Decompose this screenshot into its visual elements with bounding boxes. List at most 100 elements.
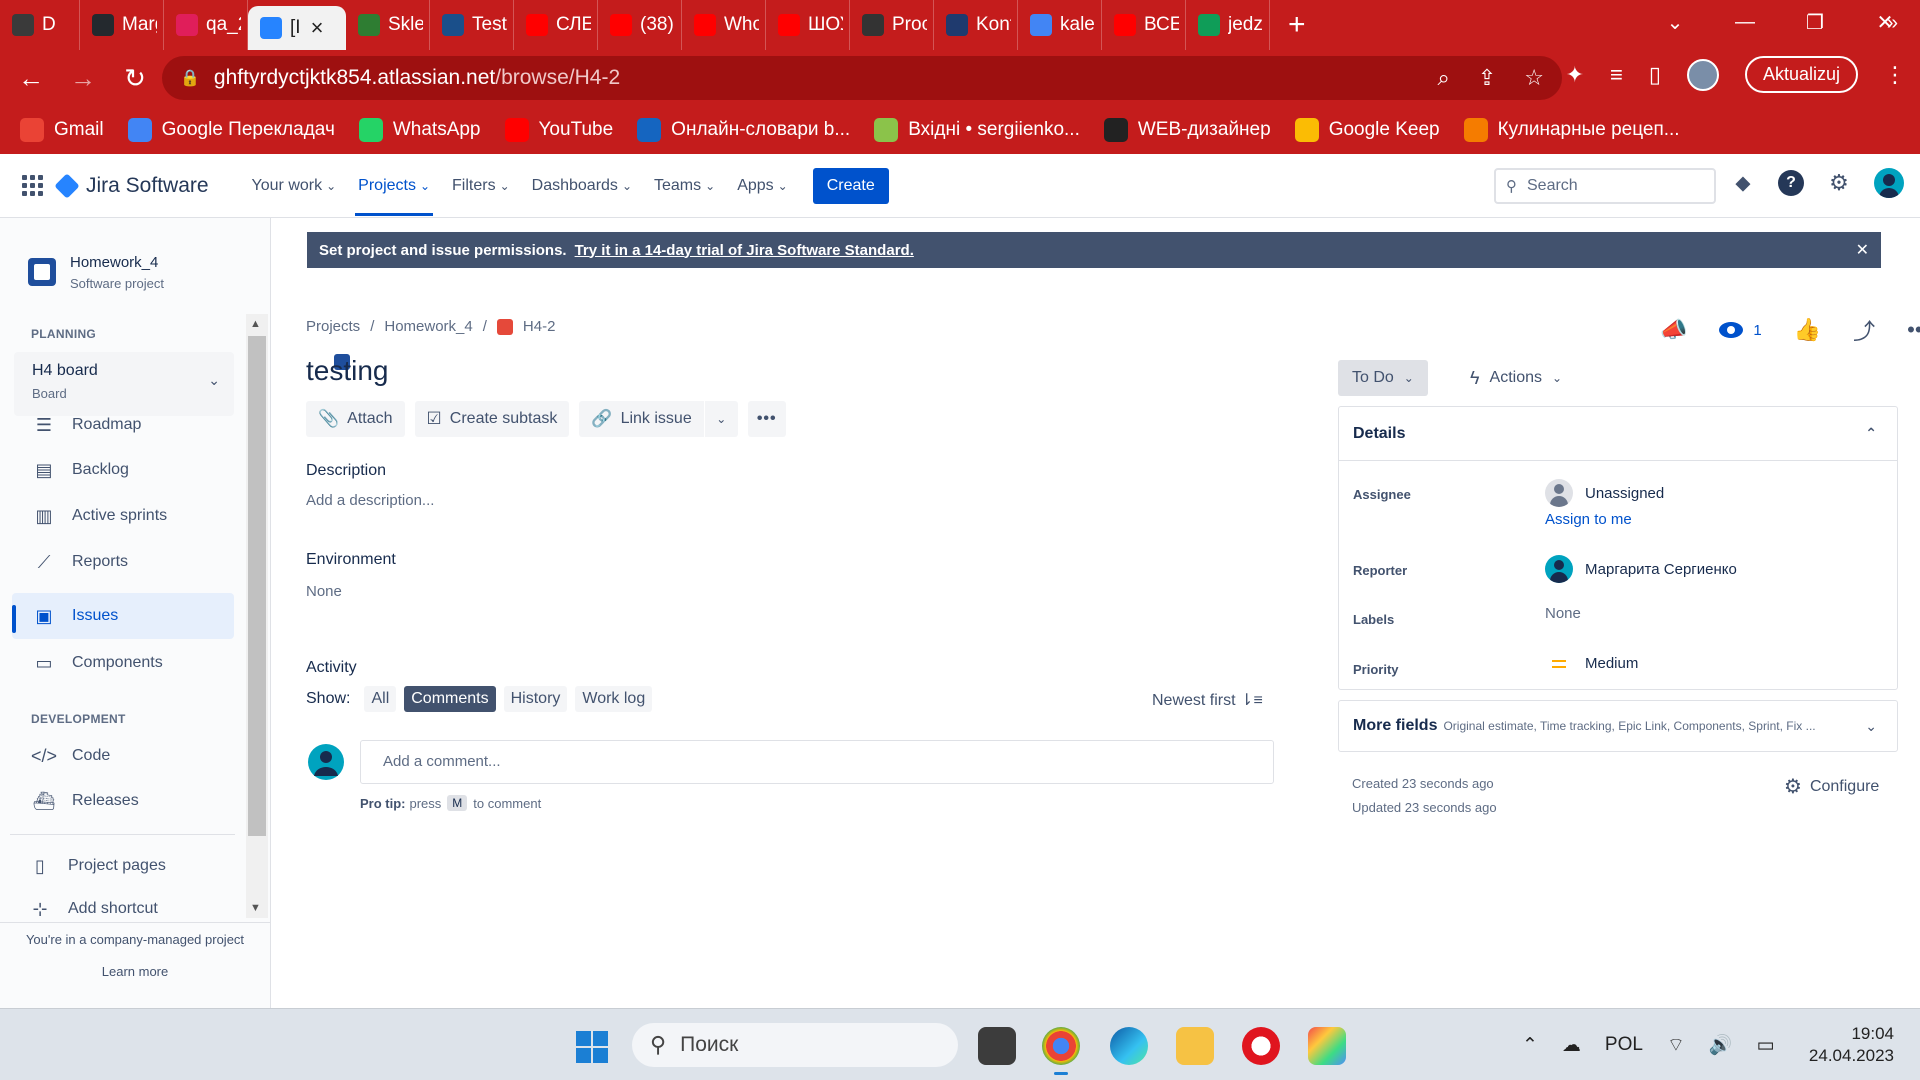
nav-dashboards[interactable]: Dashboards ⌄ — [521, 154, 643, 218]
bookmark-item[interactable]: Вхідні • sergiienko... — [874, 118, 1080, 142]
taskbar-search[interactable]: ⚲ Поиск — [632, 1023, 958, 1067]
colorful-app-icon[interactable] — [1308, 1027, 1346, 1065]
scroll-up-icon[interactable]: ▲ — [250, 318, 261, 330]
close-window-button[interactable]: ✕ — [1850, 10, 1920, 35]
wifi-icon[interactable]: ⌔ — [1667, 1033, 1685, 1057]
close-icon[interactable]: ✕ — [1856, 240, 1869, 260]
bookmark-item[interactable]: Кулинарные рецеп... — [1463, 118, 1680, 142]
browser-tab[interactable]: СЛЕД — [514, 0, 598, 50]
activity-filter-all[interactable]: All — [364, 686, 397, 712]
nav-filters[interactable]: Filters ⌄ — [441, 154, 521, 218]
browser-tab[interactable]: Konta — [934, 0, 1018, 50]
browser-tab[interactable]: (38) \ — [598, 0, 682, 50]
bookmark-item[interactable]: Gmail — [20, 118, 104, 142]
actions-dropdown[interactable]: ϟ Actions ⌄ — [1462, 360, 1570, 396]
notifications-icon[interactable]: ⬥ — [1730, 170, 1756, 196]
priority-field[interactable]: Medium — [1545, 655, 1638, 672]
browser-tab[interactable]: Who — [682, 0, 766, 50]
nav-projects[interactable]: Projects ⌄ — [347, 154, 441, 218]
extensions-icon[interactable]: ✦ — [1566, 62, 1584, 88]
user-avatar[interactable] — [1874, 168, 1904, 198]
browser-tab[interactable]: kalen — [1018, 0, 1102, 50]
comment-input[interactable]: Add a comment... — [360, 740, 1274, 784]
sidebar-item-project-pages[interactable]: ▯ Project pages — [12, 843, 234, 889]
share-icon[interactable]: ⇪ — [1478, 65, 1496, 91]
windows-start-icon[interactable] — [576, 1031, 608, 1063]
learn-more-link[interactable]: Learn more — [0, 964, 270, 979]
sidebar-item-backlog[interactable]: ▤ Backlog — [12, 447, 234, 493]
feedback-megaphone-icon[interactable]: 📣 — [1660, 317, 1687, 343]
browser-tab[interactable]: Marg — [80, 0, 164, 50]
bookmark-item[interactable]: Онлайн-словари b... — [637, 118, 850, 142]
jira-logo[interactable]: Jira Software — [54, 172, 209, 199]
side-panel-icon[interactable]: ▯ — [1649, 62, 1661, 88]
bookmark-item[interactable]: WEB-дизайнер — [1103, 118, 1271, 142]
browser-tab[interactable]: Sklep — [346, 0, 430, 50]
assign-to-me-link[interactable]: Assign to me — [1545, 511, 1632, 528]
tab-search-icon[interactable]: ⌄ — [1640, 10, 1710, 35]
address-bar[interactable]: 🔒 ghftyrdyctjktk854.atlassian.net/browse… — [162, 56, 1562, 100]
close-tab-icon[interactable]: × — [311, 15, 324, 41]
watch-button[interactable]: 1 — [1719, 322, 1762, 339]
browser-tab[interactable]: qa_2 — [164, 0, 248, 50]
nav-your-work[interactable]: Your work ⌄ — [241, 154, 348, 218]
profile-avatar[interactable] — [1686, 58, 1719, 91]
attach-button[interactable]: 📎 Attach — [306, 401, 405, 437]
activity-filter-comments[interactable]: Comments — [404, 686, 496, 712]
breadcrumb-issue-key[interactable]: H4-2 — [523, 318, 556, 335]
description-field[interactable]: Add a description... — [306, 492, 434, 509]
sidebar-item-components[interactable]: ▭ Components — [12, 640, 234, 686]
bookmark-item[interactable]: WhatsApp — [358, 118, 481, 142]
breadcrumb-project[interactable]: Homework_4 — [384, 318, 472, 335]
forward-button[interactable]: → — [62, 57, 104, 99]
breadcrumb-projects[interactable]: Projects — [306, 318, 360, 335]
reporter-field[interactable]: Маргарита Сергиенко — [1545, 555, 1737, 583]
media-control-icon[interactable]: ≡ — [1610, 62, 1623, 88]
app-switcher-icon[interactable] — [22, 174, 44, 197]
zoom-icon[interactable]: ⌕ — [1438, 65, 1450, 91]
sort-newest-first[interactable]: Newest first ⇂≡ — [1152, 690, 1263, 710]
browser-tab[interactable]: Test I — [430, 0, 514, 50]
browser-tab[interactable]: ВСЕ I — [1102, 0, 1186, 50]
sidebar-item-issues[interactable]: ▣ Issues — [12, 593, 234, 639]
status-dropdown[interactable]: To Do ⌄ — [1338, 360, 1428, 396]
new-tab-button[interactable]: + — [1288, 8, 1306, 42]
sidebar-item-reports[interactable]: ⟋ Reports — [12, 539, 234, 585]
cloud-sync-icon[interactable]: ☁ — [1562, 1034, 1581, 1057]
back-button[interactable]: ← — [10, 57, 52, 99]
chevron-down-icon[interactable]: ⌄ — [703, 401, 738, 437]
assignee-field[interactable]: Unassigned — [1545, 479, 1664, 507]
configure-button[interactable]: ⚙ Configure — [1784, 774, 1879, 799]
sidebar-item-releases[interactable]: ⛴ Releases — [12, 778, 234, 824]
browser-menu-icon[interactable]: ⋮ — [1884, 62, 1906, 88]
browser-tab[interactable]: jedze — [1186, 0, 1270, 50]
more-actions-button[interactable]: ••• — [747, 401, 786, 437]
bookmark-item[interactable]: Google Перекладач — [127, 118, 335, 142]
activity-filter-history[interactable]: History — [503, 686, 568, 712]
update-button[interactable]: Aktualizuj — [1744, 56, 1858, 93]
sidebar-item-code[interactable]: </> Code — [12, 733, 234, 779]
bookmark-star-icon[interactable]: ☆ — [1524, 65, 1544, 91]
sidebar-item-roadmap[interactable]: ☰ Roadmap — [12, 402, 234, 448]
more-fields-panel[interactable]: More fields Original estimate, Time trac… — [1338, 700, 1898, 752]
activity-filter-work-log[interactable]: Work log — [575, 686, 653, 712]
scroll-down-icon[interactable]: ▼ — [250, 902, 261, 914]
search-input[interactable]: ⚲ Search — [1494, 168, 1716, 204]
file-explorer-icon[interactable] — [1176, 1027, 1214, 1065]
bookmarks-overflow-icon[interactable]: » — [1887, 12, 1898, 35]
battery-icon[interactable]: ▭ — [1757, 1034, 1775, 1057]
language-indicator[interactable]: POL — [1605, 1034, 1643, 1056]
volume-icon[interactable]: 🔊 — [1709, 1033, 1733, 1057]
nav-apps[interactable]: Apps ⌄ — [726, 154, 799, 218]
nav-teams[interactable]: Teams ⌄ — [643, 154, 726, 218]
edge-icon[interactable] — [1110, 1027, 1148, 1065]
minimize-button[interactable]: — — [1710, 11, 1780, 34]
scrollbar-thumb[interactable] — [248, 336, 266, 836]
browser-tab[interactable]: [I × — [248, 6, 346, 50]
thumbs-up-icon[interactable]: 👍 — [1794, 317, 1821, 343]
reload-button[interactable]: ↻ — [114, 57, 156, 99]
link-issue-button[interactable]: 🔗 Link issue ⌄ — [579, 401, 738, 437]
task-view-icon[interactable] — [978, 1027, 1016, 1065]
opera-icon[interactable] — [1242, 1027, 1280, 1065]
chevron-up-icon[interactable]: ⌃ — [1522, 1034, 1538, 1057]
